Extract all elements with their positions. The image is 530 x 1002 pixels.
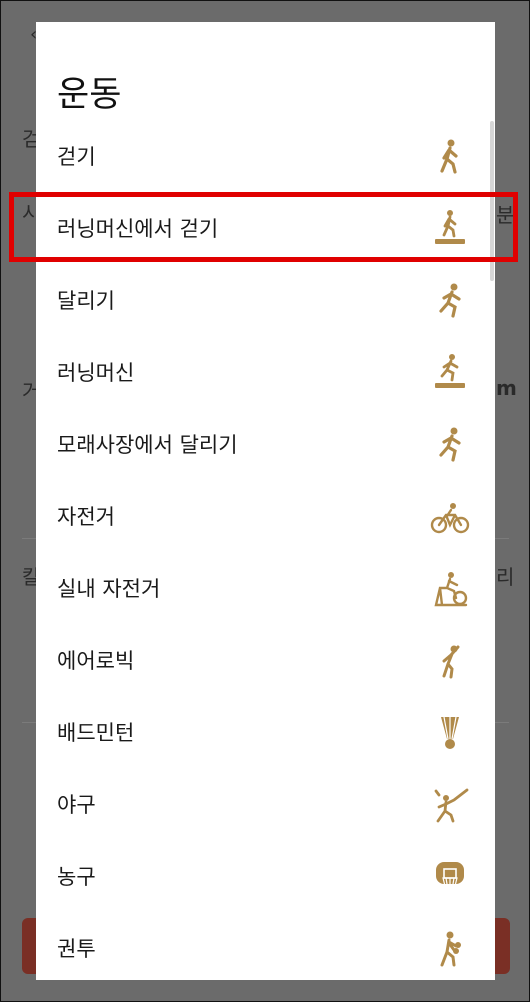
background-value-fragment: 리 <box>496 565 515 589</box>
list-item-bicycle[interactable]: 자전거 <box>36 481 495 553</box>
baseball-icon <box>430 785 470 825</box>
background-divider <box>495 722 509 723</box>
list-item-label: 배드민턴 <box>57 721 135 745</box>
indoor-bike-icon <box>430 569 470 609</box>
list-item-walking[interactable]: 걷기 <box>36 121 495 193</box>
list-item-basketball[interactable]: 농구 <box>36 841 495 913</box>
boxing-icon <box>430 929 470 969</box>
list-item-label: 자전거 <box>57 505 115 529</box>
selection-highlight <box>9 192 518 262</box>
list-item-baseball[interactable]: 야구 <box>36 769 495 841</box>
running-icon <box>430 281 470 321</box>
list-item-boxing[interactable]: 권투 <box>36 913 495 980</box>
list-item-label: 에어로빅 <box>57 649 135 673</box>
bicycle-icon <box>430 497 470 537</box>
background-divider <box>22 538 36 539</box>
list-item-beach-running[interactable]: 모래사장에서 달리기 <box>36 409 495 481</box>
running-icon <box>430 425 470 465</box>
list-item-label: 모래사장에서 달리기 <box>57 433 238 457</box>
background-divider <box>22 722 36 723</box>
list-item-badminton[interactable]: 배드민턴 <box>36 697 495 769</box>
treadmill-run-icon <box>430 353 470 393</box>
list-item-running[interactable]: 달리기 <box>36 265 495 337</box>
list-item-label: 걷기 <box>57 145 96 169</box>
list-item-label: 러닝머신 <box>57 361 135 385</box>
list-item-label: 야구 <box>57 793 96 817</box>
exercise-dialog: 운동 걷기 러닝머신에서 걷기 달리기 러닝머신 모래사장에서 달리기 자전거 <box>36 22 495 980</box>
list-item-label: 권투 <box>57 937 96 961</box>
background-value-fragment: m <box>496 376 517 400</box>
background-divider <box>495 538 509 539</box>
basketball-icon <box>430 857 470 897</box>
list-item-label: 농구 <box>57 865 96 889</box>
list-item-indoor-bicycle[interactable]: 실내 자전거 <box>36 553 495 625</box>
shuttlecock-icon <box>430 713 470 753</box>
list-item-treadmill[interactable]: 러닝머신 <box>36 337 495 409</box>
list-item-aerobics[interactable]: 에어로빅 <box>36 625 495 697</box>
dialog-title: 운동 <box>57 75 122 115</box>
list-item-label: 달리기 <box>57 289 115 313</box>
list-item-label: 실내 자전거 <box>57 577 161 601</box>
aerobics-icon <box>430 641 470 681</box>
walking-icon <box>430 137 470 177</box>
